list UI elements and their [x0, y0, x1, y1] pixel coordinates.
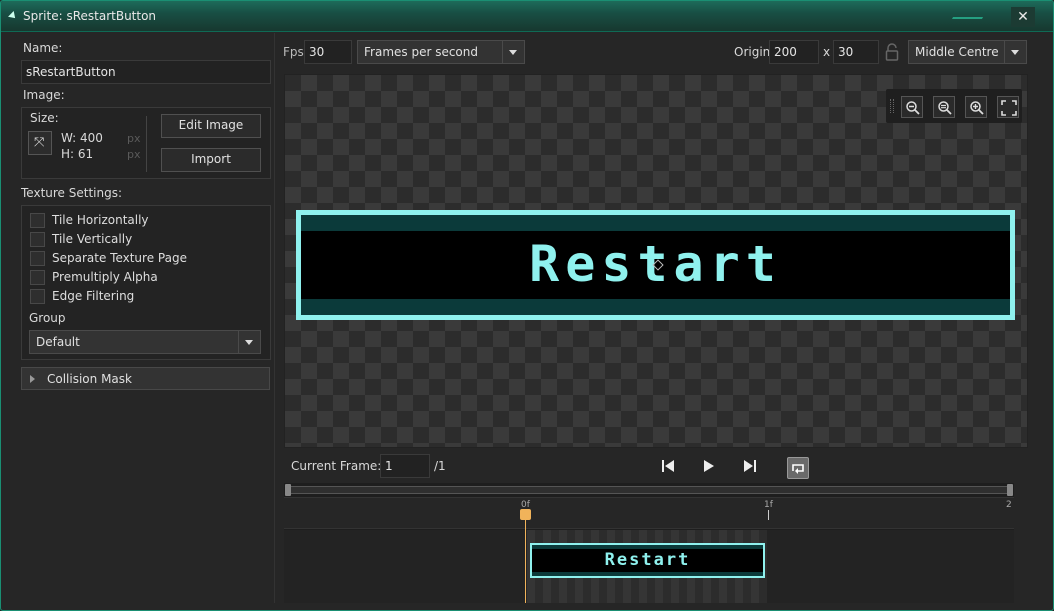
skip-forward-icon	[744, 460, 756, 472]
collision-mask-section[interactable]: Collision Mask	[21, 367, 270, 390]
image-group: Size: ⤧ W: 400 H: 61 px px Edit Image Im…	[21, 107, 271, 179]
origin-y-input[interactable]: 30	[833, 40, 879, 64]
checkbox-box[interactable]	[30, 213, 45, 228]
timeline-side-strip	[1014, 483, 1028, 603]
sprite-properties-panel: Name: sRestartButton Image: Size: ⤧ W: 4…	[13, 33, 275, 603]
checkbox-label: Separate Texture Page	[52, 251, 187, 265]
chevron-down-icon[interactable]	[1004, 41, 1026, 63]
group-label: Group	[29, 311, 66, 325]
sprite-preview-panel: Fps 30 Frames per second Origin 200 x 30…	[277, 33, 1053, 603]
origin-preset-value: Middle Centre	[915, 45, 999, 59]
timeline-scrollbar[interactable]	[285, 484, 1013, 496]
skip-back-icon	[662, 460, 674, 472]
checkbox-box[interactable]	[30, 232, 45, 247]
import-button[interactable]: Import	[161, 148, 261, 172]
close-button[interactable]: ✕	[1011, 7, 1035, 27]
origin-x-input[interactable]: 200	[769, 40, 819, 64]
sprite-toolbar: Fps 30 Frames per second Origin 200 x 30…	[277, 33, 1053, 71]
zoom-in-icon	[970, 101, 984, 115]
playhead	[525, 511, 526, 603]
tick-mark	[768, 510, 769, 520]
texture-settings-label: Texture Settings:	[21, 186, 123, 200]
width-value: W: 400	[61, 131, 103, 145]
lock-icon[interactable]	[885, 43, 899, 61]
checkbox-box[interactable]	[30, 289, 45, 304]
checkbox-label: Tile Horizontally	[52, 213, 149, 227]
drag-grip-icon[interactable]	[890, 99, 894, 113]
current-frame-label: Current Frame:	[291, 459, 382, 473]
frame-track[interactable]: Restart	[284, 530, 1014, 603]
timeline[interactable]: 0f 1f 2 Restart	[284, 483, 1014, 603]
fullscreen-icon	[1001, 100, 1017, 116]
thumbnail-text: Restart	[532, 545, 763, 576]
group-dropdown[interactable]: Default	[29, 330, 261, 354]
fps-mode-dropdown[interactable]: Frames per second	[357, 40, 525, 64]
window-title: Sprite: sRestartButton	[23, 9, 157, 23]
title-decoration	[951, 5, 991, 19]
divider	[146, 116, 147, 172]
chevron-down-icon[interactable]	[502, 41, 524, 63]
texture-settings-group: Tile Horizontally Tile Vertically Separa…	[21, 205, 271, 360]
checkbox-box[interactable]	[30, 270, 45, 285]
fps-input[interactable]: 30	[304, 40, 352, 64]
frame-cell[interactable]: Restart	[527, 530, 767, 603]
last-frame-button[interactable]	[742, 458, 762, 478]
play-icon	[704, 460, 714, 472]
checkbox-label: Premultiply Alpha	[52, 270, 158, 284]
checkbox-box[interactable]	[30, 251, 45, 266]
origin-label: Origin	[734, 45, 771, 59]
frame-thumbnail[interactable]: Restart	[530, 543, 765, 578]
name-label: Name:	[23, 41, 63, 55]
checkbox-label: Edge Filtering	[52, 289, 135, 303]
scrollbar-right-handle[interactable]	[1007, 484, 1013, 496]
chevron-right-icon	[30, 375, 35, 383]
chevron-down-icon[interactable]	[238, 331, 260, 353]
edit-image-button[interactable]: Edit Image	[161, 114, 261, 138]
zoom-toolbar	[886, 89, 1022, 123]
loop-icon	[792, 464, 804, 474]
zoom-out-button[interactable]	[901, 96, 923, 118]
collision-mask-label: Collision Mask	[47, 372, 132, 386]
collapse-triangle-icon[interactable]	[8, 11, 18, 21]
sprite-name-input[interactable]: sRestartButton	[21, 60, 271, 84]
fps-mode-value: Frames per second	[364, 45, 478, 59]
fps-label: Fps	[283, 45, 304, 59]
play-button[interactable]	[701, 458, 721, 478]
origin-separator: x	[823, 45, 831, 59]
tick-label: 2	[1006, 500, 1012, 510]
sprite-image-inner: Restart	[301, 215, 1010, 315]
fit-to-screen-button[interactable]	[997, 96, 1019, 118]
scrollbar-left-handle[interactable]	[285, 484, 291, 496]
sprite-editor-window: Sprite: sRestartButton ✕ Name: sRestartB…	[0, 0, 1054, 611]
tick-label: 1f	[764, 500, 773, 510]
sprite-canvas[interactable]: Restart	[284, 74, 1028, 448]
loop-toggle-button[interactable]	[787, 457, 809, 479]
sprite-image: Restart	[296, 210, 1015, 320]
origin-preset-dropdown[interactable]: Middle Centre	[908, 40, 1027, 64]
height-value: H: 61	[61, 147, 94, 161]
checkbox-label: Tile Vertically	[52, 232, 133, 246]
first-frame-button[interactable]	[660, 458, 680, 478]
zoom-out-icon	[906, 101, 920, 115]
title-bar[interactable]: Sprite: sRestartButton ✕	[1, 1, 1053, 32]
zoom-reset-icon	[938, 101, 952, 115]
resize-icon[interactable]: ⤧	[28, 131, 52, 155]
timeline-ruler[interactable]: 0f 1f 2	[284, 497, 1014, 529]
zoom-in-button[interactable]	[965, 96, 987, 118]
image-label: Image:	[23, 88, 65, 102]
group-dropdown-value: Default	[36, 335, 80, 349]
zoom-reset-button[interactable]	[933, 96, 955, 118]
current-frame-input[interactable]: 1	[380, 454, 430, 478]
total-frames: /1	[434, 459, 446, 473]
height-unit: px	[127, 148, 141, 161]
frame-controls: Current Frame: 1 /1	[277, 451, 1053, 483]
size-label: Size:	[30, 111, 59, 125]
playhead-handle[interactable]	[520, 509, 531, 520]
width-unit: px	[127, 132, 141, 145]
